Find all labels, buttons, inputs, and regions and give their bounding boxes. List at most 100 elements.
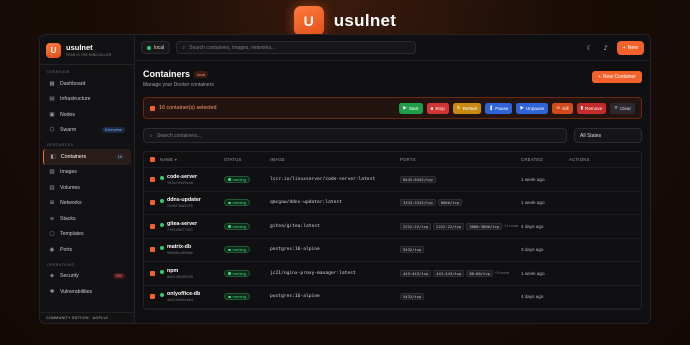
table-row[interactable]: ddns-updater 22d9f3ab5235 running qmcgaw… — [144, 192, 641, 215]
table-body: code-server f02b7e549b4a running lscr.io… — [144, 168, 641, 309]
clear-button[interactable]: ✕ Clear — [610, 102, 635, 114]
row-checkbox[interactable] — [150, 200, 155, 206]
host-selector[interactable]: local — [141, 41, 171, 54]
state-filter-select[interactable]: All States — [574, 128, 642, 143]
table-row[interactable]: gitea-server 7f61d5077951 running gitea/… — [144, 215, 641, 239]
section-operations: OPERATIONS — [47, 262, 75, 267]
status-label: running — [232, 176, 246, 182]
status-badge: running — [224, 222, 250, 230]
pause-icon: ❚ — [489, 105, 494, 110]
container-name[interactable]: ddns-updater — [167, 197, 201, 203]
more-ports[interactable]: +1 more — [504, 223, 518, 230]
new-container-button[interactable]: + New Container — [592, 71, 642, 83]
table-row[interactable]: matrix-db 9d6b6cc09b6e running postgres:… — [144, 239, 641, 262]
ports-cell: 3333:3333/tcp 8000/tcp — [400, 199, 521, 207]
search-icon: ⌕ — [182, 44, 186, 51]
container-name-cell[interactable]: code-server f02b7e549b4a — [160, 174, 224, 185]
image-icon: ▨ — [49, 169, 55, 176]
notifications-bell-icon[interactable]: ♪ — [601, 44, 611, 52]
container-name[interactable]: npm — [167, 268, 193, 274]
sidebar-item-images[interactable]: ▨ Images — [43, 165, 131, 181]
brand-header: U usulnet — [0, 4, 690, 38]
sidebar-item-label: Images — [60, 169, 78, 176]
header-ports: PORTS — [400, 157, 416, 162]
sidebar-title: usulnet — [66, 43, 93, 52]
sidebar-item-vulnerabilities[interactable]: ✱ Vulnerabilities — [43, 284, 131, 300]
port-chip: 5432/tcp — [400, 246, 425, 254]
sidebar-item-infrastructure[interactable]: ▤ Infrastructure — [43, 92, 131, 108]
remove-button[interactable]: ▮ Remove — [576, 102, 607, 114]
section-overview: OVERVIEW — [47, 70, 70, 74]
more-ports[interactable]: +3 more — [495, 270, 509, 277]
theme-toggle-icon[interactable]: ☾ — [585, 44, 595, 52]
container-name[interactable]: onlyoffice-db — [167, 291, 200, 297]
restart-icon: ↻ — [456, 105, 461, 110]
filter-row: ⌕ Search containers... All States — [143, 128, 642, 143]
network-icon: ⊞ — [49, 200, 55, 207]
stop-button[interactable]: ■ Stop — [426, 102, 449, 114]
container-id: f02b7e549b4a — [167, 180, 193, 185]
global-search-input[interactable]: ⌕ Search containers, images, networks... — [176, 41, 417, 54]
container-name-cell[interactable]: matrix-db 9d6b6cc09b6e — [160, 244, 224, 255]
status-badge: running — [224, 293, 250, 301]
sidebar-item-nodes[interactable]: ▣ Nodes — [43, 107, 131, 123]
volume-icon: ▥ — [49, 184, 55, 191]
sidebar-item-stacks[interactable]: ≡ Stacks — [43, 211, 131, 227]
new-button-label: New — [627, 44, 638, 51]
status-dot — [160, 222, 164, 227]
sidebar-item-ports[interactable]: ◉ Ports — [43, 242, 131, 258]
status-label: running — [232, 294, 246, 300]
status-dot — [160, 293, 164, 298]
unpause-button[interactable]: ▶ Unpause — [516, 102, 549, 114]
bug-icon: ✱ — [49, 288, 55, 295]
sidebar-item-label: Security — [60, 273, 79, 280]
port-chip: 8443:8443/tcp — [400, 175, 436, 183]
container-name-cell[interactable]: npm 0e6f46250339 — [160, 268, 224, 279]
play-icon: ▶ — [520, 105, 524, 110]
table-row[interactable]: onlyoffice-db 4e01a9e54ab4 running postg… — [144, 286, 641, 309]
kill-button[interactable]: ☠ Kill — [552, 102, 573, 114]
sidebar-item-security[interactable]: ◈ Security 390 — [43, 269, 131, 285]
sidebar-item-label: Volumes — [60, 184, 80, 191]
pause-button[interactable]: ❚ Pause — [485, 102, 513, 114]
table-row[interactable]: npm 0e6f46250339 running jc21/nginx-prox… — [144, 262, 641, 286]
container-name-cell[interactable]: ddns-updater 22d9f3ab5235 — [160, 197, 224, 208]
sidebar-item-networks[interactable]: ⊞ Networks — [43, 196, 131, 212]
sidebar-item-dashboard[interactable]: ▦ Dashboard — [43, 76, 131, 92]
unpause-label: Unpause — [525, 105, 545, 111]
sidebar-header[interactable]: U usulnet FEAR IS THE MIND-KILLER — [40, 35, 134, 65]
skull-icon: ☠ — [556, 105, 561, 110]
new-button[interactable]: + New — [616, 40, 644, 55]
row-checkbox[interactable] — [150, 247, 155, 253]
container-search-input[interactable]: ⌕ Search containers... — [143, 128, 567, 143]
port-chip: 2222:22/tcp — [433, 222, 465, 230]
select-all-checkbox[interactable] — [150, 157, 155, 162]
row-checkbox[interactable] — [150, 270, 155, 276]
created-time: 4 days ago — [521, 294, 544, 300]
row-checkbox[interactable] — [150, 223, 155, 229]
header-name[interactable]: NAME ▾ — [160, 157, 224, 162]
container-name[interactable]: code-server — [167, 174, 197, 180]
container-name[interactable]: gitea-server — [167, 221, 197, 227]
restart-label: Restart — [462, 105, 478, 111]
ports-cell: 8443:8443/tcp — [400, 175, 521, 183]
row-checkbox[interactable] — [150, 294, 155, 300]
selection-checkbox[interactable] — [150, 105, 155, 111]
container-name-cell[interactable]: onlyoffice-db 4e01a9e54ab4 — [160, 291, 224, 302]
container-name-cell[interactable]: gitea-server 7f61d5077951 — [160, 221, 224, 232]
created-time: 1 week ago — [521, 270, 545, 276]
header-name-label: NAME — [160, 157, 174, 162]
container-name[interactable]: matrix-db — [167, 244, 193, 250]
search-icon: ⌕ — [150, 132, 153, 139]
sidebar-item-containers[interactable]: ◧ Containers 16 — [43, 149, 131, 165]
sidebar-item-swarm[interactable]: ⬡ Swarm Enterprise — [43, 123, 131, 139]
created-time: 4 days ago — [521, 223, 544, 229]
sidebar-item-templates[interactable]: ▢ Templates — [43, 227, 131, 243]
row-checkbox[interactable] — [150, 176, 155, 182]
table-row[interactable]: code-server f02b7e549b4a running lscr.io… — [144, 168, 641, 192]
sidebar-item-volumes[interactable]: ▥ Volumes — [43, 180, 131, 196]
sidebar-item-label: Swarm — [60, 127, 77, 134]
restart-button[interactable]: ↻ Restart — [452, 102, 482, 114]
status-dot — [160, 175, 164, 180]
start-button[interactable]: ▶ Start — [399, 102, 423, 114]
